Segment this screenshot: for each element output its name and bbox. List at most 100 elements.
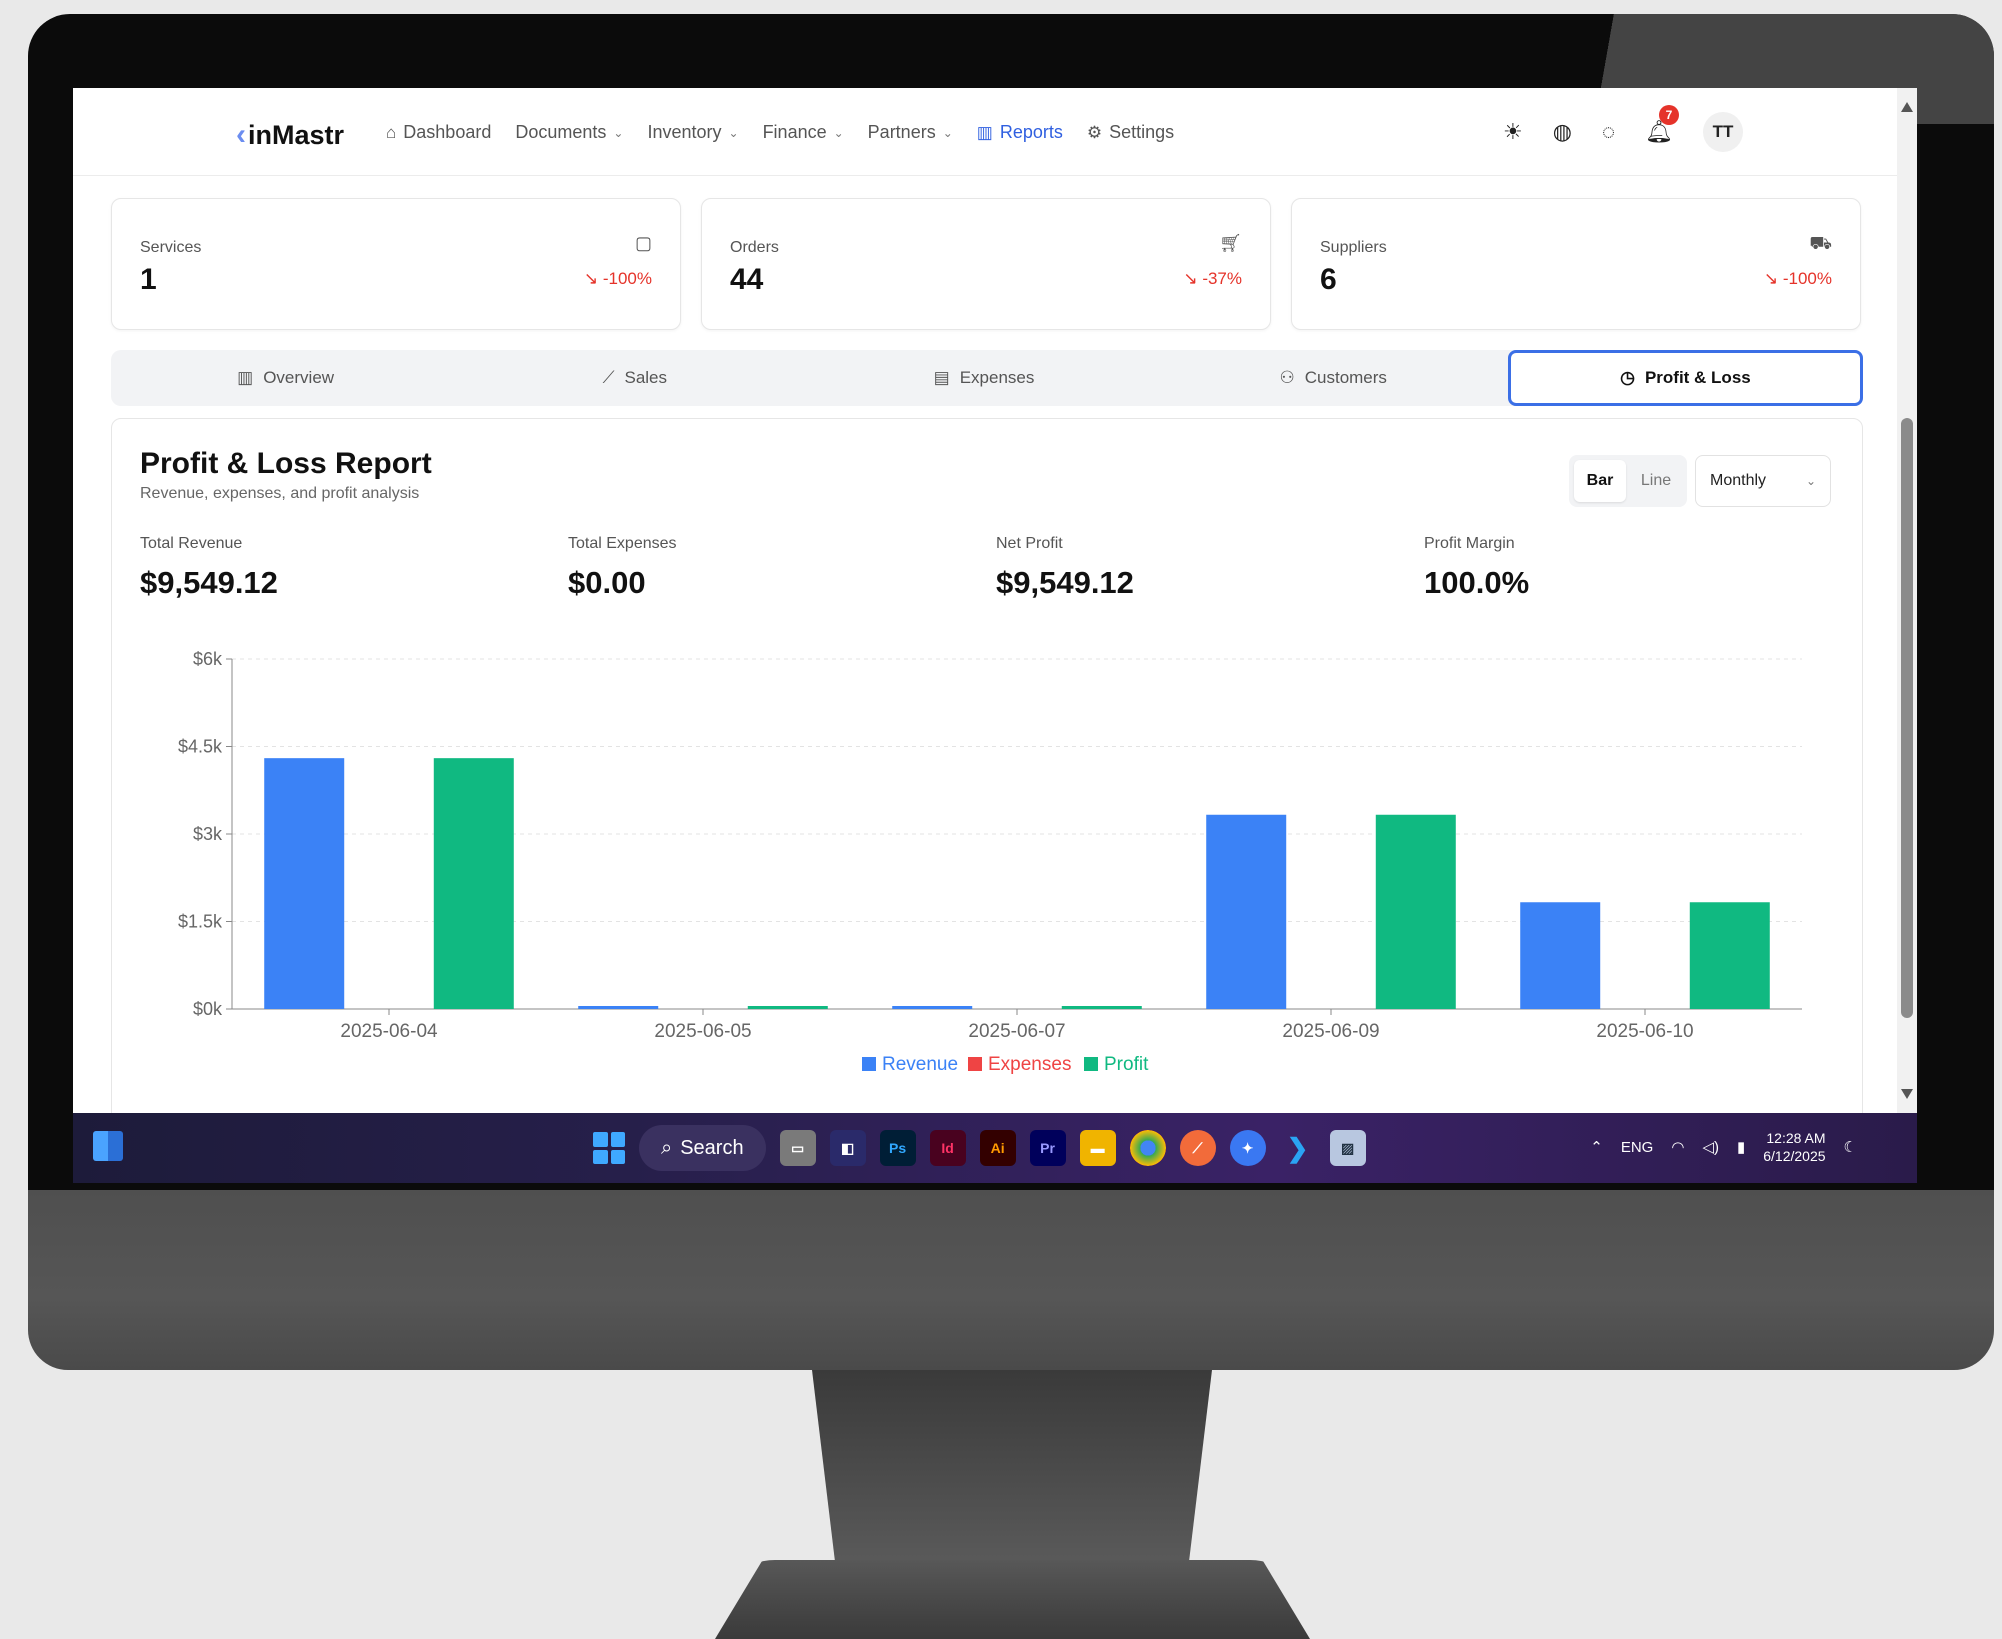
- bar-chart-icon: ▥: [976, 122, 993, 142]
- bar-profit: [747, 1006, 828, 1009]
- search-icon: ⌕: [661, 1136, 673, 1159]
- gear-icon: ⚙: [1086, 122, 1103, 142]
- widgets-icon[interactable]: [93, 1131, 123, 1161]
- logo-chevron-icon: ‹: [236, 118, 246, 151]
- battery-icon[interactable]: ▮: [1737, 1138, 1745, 1156]
- postman-icon[interactable]: ⟋: [1179, 1130, 1216, 1166]
- stat-change-value: -100%: [602, 269, 652, 288]
- stat-card-suppliers: Suppliers 6 ⛟ ↘ -100%: [1291, 198, 1861, 330]
- nav-label: Dashboard: [403, 122, 492, 142]
- photoshop-icon[interactable]: Ps: [879, 1130, 916, 1166]
- notifications-button[interactable]: 🔔︎ 7: [1645, 105, 1680, 145]
- nav-inventory[interactable]: Inventory ⌄: [647, 122, 738, 143]
- theme-toggle-sun-icon[interactable]: ☀: [1503, 119, 1523, 145]
- legend-label-expenses: Expenses: [988, 1054, 1071, 1075]
- system-tray: ⌃ ENG ◠ ◁) ▮ 12:28 AM 6/12/2025 ☾: [1590, 1129, 1857, 1165]
- monitor-mockup: ‹ inMastr ⌂ Dashboard Documents ⌄ Inventor…: [0, 0, 2002, 1639]
- legend-swatch-profit: [1084, 1057, 1098, 1071]
- bar-revenue: [1206, 814, 1287, 1009]
- y-tick-label: $4.5k: [178, 737, 223, 757]
- tab-label: Profit & Loss: [1644, 368, 1751, 387]
- illustrator-icon[interactable]: Ai: [979, 1130, 1016, 1166]
- x-tick-label: 2025-06-07: [968, 1021, 1065, 1042]
- report-title: Profit & Loss Report: [140, 447, 432, 480]
- users-icon: ⚇: [1279, 368, 1295, 387]
- main-nav: ⌂ Dashboard Documents ⌄ Inventory ⌄ Finance…: [386, 122, 1174, 143]
- language-globe-icon[interactable]: ◍: [1553, 119, 1572, 145]
- chart-type-bar-button[interactable]: Bar: [1574, 460, 1626, 502]
- vscode-icon[interactable]: ❯: [1280, 1130, 1316, 1166]
- jetbrains-icon[interactable]: ◧: [829, 1130, 866, 1166]
- nav-reports[interactable]: ▥ Reports: [977, 122, 1063, 143]
- language-indicator[interactable]: ENG: [1621, 1139, 1654, 1156]
- nav-finance[interactable]: Finance ⌄: [763, 122, 844, 143]
- stat-change: ↘ -37%: [1183, 269, 1242, 289]
- x-tick-label: 2025-06-05: [654, 1021, 751, 1042]
- profit-loss-report-card: Profit & Loss Report Revenue, expenses, …: [111, 418, 1863, 1113]
- tab-customers[interactable]: ⚇ Customers: [1159, 350, 1508, 406]
- clock-date: 6/12/2025: [1763, 1148, 1826, 1164]
- stat-card-orders: Orders 44 🛒︎ ↘ -37%: [701, 198, 1271, 330]
- legend-label-revenue: Revenue: [882, 1054, 958, 1075]
- nav-partners[interactable]: Partners ⌄: [868, 122, 953, 143]
- stat-change: ↘ -100%: [584, 269, 652, 289]
- notification-center-icon[interactable]: ☾: [1844, 1138, 1857, 1156]
- task-view-icon[interactable]: ▭: [779, 1130, 816, 1166]
- report-tabs: ▥ Overview ⟋ Sales ▤ Expenses ⚇ Customers ◷ P…: [111, 350, 1864, 406]
- bar-profit: [433, 758, 514, 1009]
- windows-start-icon[interactable]: [593, 1132, 625, 1164]
- scroll-down-arrow-icon[interactable]: [1901, 1089, 1913, 1099]
- search-label: Search: [680, 1136, 744, 1159]
- nav-label: Partners: [867, 122, 936, 142]
- metric-value: $9,549.12: [140, 565, 278, 600]
- volume-icon[interactable]: ◁): [1702, 1138, 1719, 1156]
- cart-icon: 🛒︎: [1219, 233, 1242, 253]
- legend-swatch-expenses: [968, 1057, 982, 1071]
- messages-icon[interactable]: ◌: [1602, 119, 1615, 145]
- report-subtitle: Revenue, expenses, and profit analysis: [140, 485, 420, 502]
- metric-label: Net Profit: [996, 535, 1063, 552]
- tab-sales[interactable]: ⟋ Sales: [460, 350, 809, 406]
- monitor-chin: [28, 1190, 1994, 1370]
- nav-settings[interactable]: ⚙ Settings: [1087, 122, 1174, 143]
- tab-label: Customers: [1304, 368, 1387, 387]
- metric-label: Total Revenue: [140, 535, 243, 552]
- image-viewer-icon[interactable]: ▨: [1329, 1130, 1366, 1166]
- wifi-icon[interactable]: ◠: [1671, 1138, 1684, 1156]
- chart-type-line-button[interactable]: Line: [1630, 460, 1682, 502]
- vertical-scrollbar[interactable]: [1897, 88, 1917, 1113]
- home-icon: ⌂: [386, 122, 397, 142]
- app-logo[interactable]: ‹ inMastr: [236, 118, 344, 152]
- bar-revenue: [892, 1006, 973, 1009]
- taskbar-search[interactable]: ⌕ Search: [639, 1125, 766, 1171]
- nav-label: Documents: [515, 122, 607, 142]
- chart-type-toggle: Bar Line: [1569, 455, 1687, 507]
- tab-profit-loss[interactable]: ◷ Profit & Loss: [1507, 350, 1864, 406]
- tab-overview[interactable]: ▥ Overview: [111, 350, 460, 406]
- indesign-icon[interactable]: Id: [929, 1130, 966, 1166]
- bar-profit: [1061, 1006, 1142, 1009]
- file-explorer-icon[interactable]: ▬: [1079, 1130, 1116, 1166]
- nav-dashboard[interactable]: ⌂ Dashboard: [386, 122, 491, 143]
- windows-taskbar: ⌕ Search ▭ ◧ Ps Id Ai Pr ▬ ⟋ ✦ ❯ ▨ ⌃ ENG …: [73, 1113, 1917, 1183]
- premiere-icon[interactable]: Pr: [1029, 1130, 1066, 1166]
- chevron-down-icon: ⌄: [728, 125, 739, 140]
- app-launcher-icon[interactable]: ✦: [1229, 1130, 1266, 1166]
- chrome-icon[interactable]: [1129, 1130, 1166, 1166]
- user-avatar[interactable]: TT: [1702, 112, 1743, 152]
- period-select[interactable]: Monthly ⌄: [1695, 455, 1831, 507]
- tab-expenses[interactable]: ▤ Expenses: [809, 350, 1158, 406]
- nav-documents[interactable]: Documents ⌄: [515, 122, 623, 143]
- metric-value: 100.0%: [1424, 565, 1530, 600]
- clock-time: 12:28 AM: [1766, 1130, 1826, 1146]
- scroll-up-arrow-icon[interactable]: [1901, 102, 1913, 112]
- stat-label: Suppliers: [1320, 239, 1387, 256]
- y-tick-label: $3k: [193, 824, 223, 844]
- scroll-thumb[interactable]: [1901, 418, 1913, 1018]
- chevron-up-icon[interactable]: ⌃: [1590, 1138, 1603, 1156]
- y-tick-label: $0k: [193, 999, 223, 1019]
- trend-down-icon: ↘: [583, 269, 603, 288]
- taskbar-clock[interactable]: 12:28 AM 6/12/2025: [1763, 1129, 1825, 1165]
- notification-badge: 7: [1659, 105, 1680, 125]
- stat-change: ↘ -100%: [1764, 269, 1832, 289]
